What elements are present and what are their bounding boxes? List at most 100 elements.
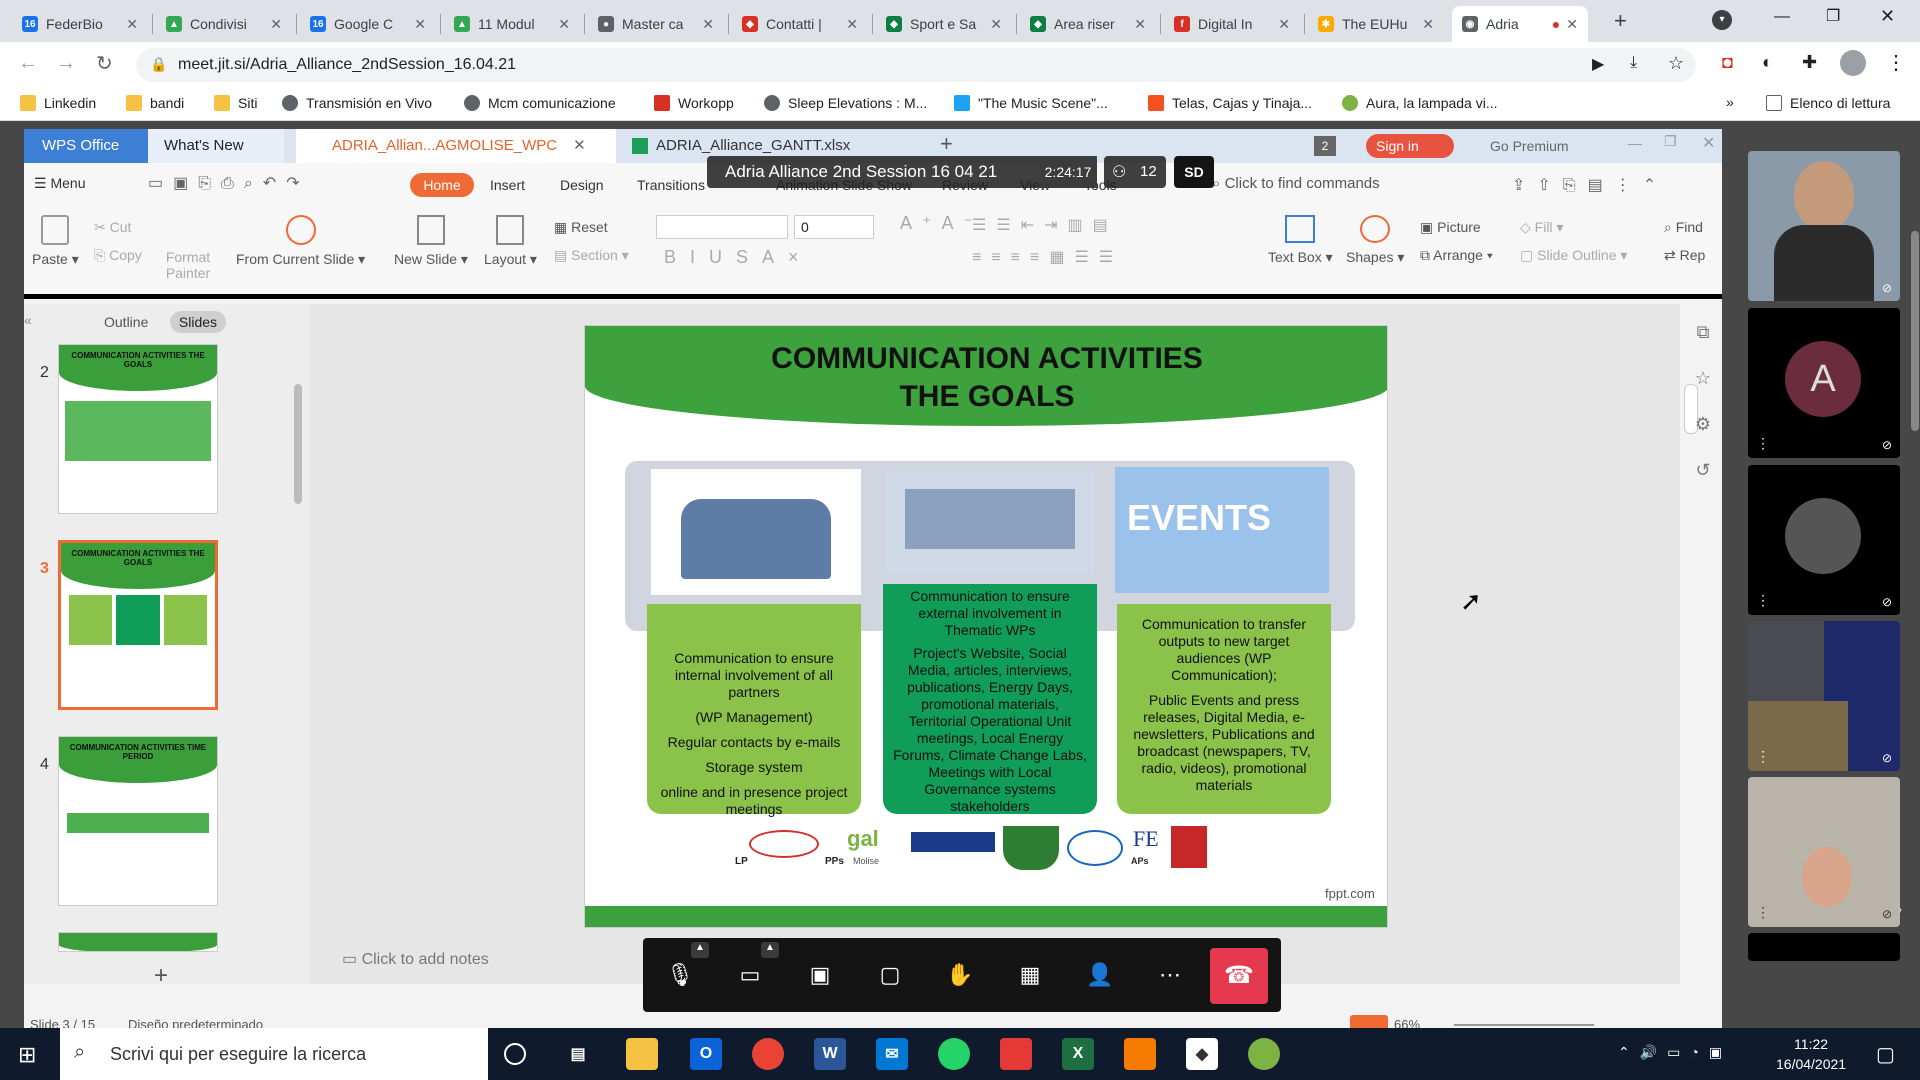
browser-tab[interactable]: f Digital In ✕ bbox=[1164, 6, 1300, 42]
slide-thumbnail-selected[interactable]: COMMUNICATION ACTIVITIES THE GOALS bbox=[58, 540, 218, 710]
browser-tab[interactable]: ◆ Contatti | ✕ bbox=[732, 6, 868, 42]
maximize-button[interactable]: ❐ bbox=[1826, 6, 1840, 26]
close-icon[interactable]: ✕ bbox=[1134, 16, 1146, 33]
font-name-field[interactable] bbox=[656, 215, 788, 239]
outlook-icon[interactable]: O bbox=[690, 1038, 722, 1070]
close-icon[interactable]: ✕ bbox=[990, 16, 1002, 33]
more-icon[interactable]: ⋮ bbox=[1756, 435, 1770, 452]
close-icon[interactable]: ✕ bbox=[1422, 16, 1434, 33]
camera-icon[interactable]: ▶ bbox=[1592, 54, 1604, 74]
excel-icon[interactable]: X bbox=[1062, 1038, 1094, 1070]
more-actions-button[interactable]: ⋯ bbox=[1153, 958, 1187, 992]
bookmark-item[interactable]: Linkedin bbox=[20, 95, 96, 111]
cortana-icon[interactable] bbox=[504, 1043, 526, 1065]
close-icon[interactable]: ✕ bbox=[846, 16, 858, 33]
scrollbar[interactable] bbox=[294, 384, 302, 504]
more-icon[interactable]: ⋮ bbox=[1756, 748, 1770, 765]
bookmark-item[interactable]: Sleep Elevations : M... bbox=[764, 95, 927, 111]
more-icon[interactable]: ⋮ bbox=[1756, 592, 1770, 609]
wps-icon[interactable] bbox=[1000, 1038, 1032, 1070]
close-icon[interactable]: ✕ bbox=[270, 16, 282, 33]
paste-button[interactable]: Paste ▾ bbox=[32, 215, 79, 268]
cut-button[interactable]: ✂ Cut bbox=[94, 219, 131, 236]
add-slide-button[interactable]: + bbox=[154, 962, 168, 990]
notification-icon[interactable]: ▢ bbox=[1876, 1042, 1895, 1067]
fill-button[interactable]: ◇ Fill ▾ bbox=[1520, 219, 1563, 236]
replace-button[interactable]: ⇄ Rep bbox=[1664, 247, 1705, 264]
bookmark-item[interactable]: "The Music Scene"... bbox=[954, 95, 1108, 111]
alignment-buttons[interactable]: ≡≡≡≡▦☰☰ bbox=[972, 247, 1123, 267]
profile-avatar[interactable] bbox=[1840, 50, 1866, 76]
slide-thumbnail[interactable]: COMMUNICATION ACTIVITIES TIME PERIOD bbox=[58, 736, 218, 906]
find-button[interactable]: ⌕ Find bbox=[1664, 219, 1703, 236]
wps-office-tab[interactable]: WPS Office bbox=[24, 129, 148, 163]
participant-video-tile[interactable]: ⊘ bbox=[1748, 151, 1900, 301]
star-icon[interactable]: ☆ bbox=[1668, 53, 1684, 74]
close-icon[interactable]: ✕ bbox=[573, 137, 586, 154]
slide-thumbnail[interactable]: COMMUNICATION ACTIVITIES THE GOALS bbox=[58, 344, 218, 514]
new-tab-button[interactable]: + bbox=[940, 131, 953, 157]
tab-search-icon[interactable]: ▾ bbox=[1712, 10, 1732, 30]
new-tab-button[interactable]: + bbox=[1614, 8, 1627, 34]
browser-tab[interactable]: ◆ Area riser ✕ bbox=[1020, 6, 1156, 42]
close-icon[interactable]: ✕ bbox=[126, 16, 138, 33]
word-icon[interactable]: W bbox=[814, 1038, 846, 1070]
bookmark-item[interactable]: Mcm comunicazione bbox=[464, 95, 616, 111]
copy-button[interactable]: ⎘ Copy bbox=[94, 247, 142, 264]
participants-button[interactable]: 👤 bbox=[1083, 958, 1117, 992]
reading-list[interactable]: Elenco di lettura bbox=[1766, 95, 1890, 111]
slide-thumbnail[interactable] bbox=[58, 932, 218, 952]
outline-tab[interactable]: Outline bbox=[104, 314, 148, 330]
format-painter-button[interactable]: Format Painter bbox=[158, 249, 218, 281]
participant-tile[interactable] bbox=[1748, 933, 1900, 961]
extension-icon[interactable]: ◐ bbox=[1762, 52, 1773, 73]
chrome-icon[interactable] bbox=[752, 1038, 784, 1070]
more-icon[interactable]: ⋮ bbox=[1886, 50, 1906, 75]
browser-tab[interactable]: 16 Google C ✕ bbox=[300, 6, 436, 42]
more-bookmarks-icon[interactable]: » bbox=[1726, 94, 1734, 110]
hangup-button[interactable]: ☎ bbox=[1210, 948, 1268, 1004]
screen-share-button[interactable]: ▣ bbox=[803, 958, 837, 992]
omnibox[interactable]: 🔒 meet.jit.si/Adria_Alliance_2ndSession_… bbox=[136, 48, 1696, 82]
whatsapp-icon[interactable] bbox=[938, 1038, 970, 1070]
new-slide-button[interactable]: New Slide ▾ bbox=[394, 215, 468, 268]
taskbar-search[interactable]: ⌕ Scrivi qui per eseguire la ricerca bbox=[60, 1028, 488, 1080]
reload-icon[interactable]: ↻ bbox=[96, 51, 113, 76]
from-current-slide-button[interactable]: From Current Slide ▾ bbox=[236, 215, 365, 268]
sign-in-button[interactable]: Sign in bbox=[1366, 134, 1454, 158]
camera-button[interactable]: ▭ bbox=[733, 958, 767, 992]
close-icon[interactable]: ✕ bbox=[1566, 16, 1578, 33]
text-box-button[interactable]: Text Box ▾ bbox=[1268, 215, 1333, 266]
minimize-button[interactable]: — bbox=[1774, 8, 1790, 26]
paragraph-buttons[interactable]: ☰☰⇤⇥▥▤ bbox=[972, 215, 1118, 235]
browser-tab-active[interactable]: ◉ Adria ● ✕ bbox=[1452, 6, 1588, 42]
bookmark-item[interactable]: Workopp bbox=[654, 95, 734, 111]
bookmark-item[interactable]: bandi bbox=[126, 95, 184, 111]
video-settings-chevron-icon[interactable]: ▲ bbox=[761, 942, 779, 958]
chat-button[interactable]: ▢ bbox=[873, 958, 907, 992]
bookmark-item[interactable]: Aura, la lampada vi... bbox=[1342, 95, 1498, 111]
collapse-panel-icon[interactable]: « bbox=[24, 312, 32, 328]
more-icon[interactable]: ⋮ bbox=[1756, 904, 1770, 921]
file-explorer-icon[interactable] bbox=[626, 1038, 658, 1070]
browser-tab[interactable]: ● Master ca ✕ bbox=[588, 6, 724, 42]
clock[interactable]: 11:22 16/04/2021 bbox=[1776, 1034, 1846, 1074]
layout-button[interactable]: Layout ▾ bbox=[484, 215, 537, 268]
browser-tab[interactable]: ▲ 11 Modul ✕ bbox=[444, 6, 580, 42]
close-icon[interactable]: ✕ bbox=[414, 16, 426, 33]
browser-tab[interactable]: ✱ The EUHu ✕ bbox=[1308, 6, 1444, 42]
menu-button[interactable]: ☰ Menu bbox=[34, 175, 85, 192]
slides-tab[interactable]: Slides bbox=[170, 311, 226, 333]
reset-button[interactable]: ▦ Reset bbox=[554, 219, 608, 236]
picture-button[interactable]: ▣ Picture bbox=[1420, 219, 1481, 236]
raise-hand-button[interactable]: ✋ bbox=[943, 958, 977, 992]
shapes-button[interactable]: Shapes ▾ bbox=[1346, 215, 1404, 266]
tile-view-button[interactable]: ▦ bbox=[1013, 958, 1047, 992]
whats-new-tab[interactable]: What's New bbox=[148, 129, 284, 163]
restore-button[interactable]: ❐ bbox=[1664, 133, 1677, 150]
bookmark-item[interactable]: Telas, Cajas y Tinaja... bbox=[1148, 95, 1312, 111]
app-icon[interactable] bbox=[1248, 1038, 1280, 1070]
participant-count[interactable]: ⚇ 12 bbox=[1104, 156, 1166, 188]
side-tools[interactable]: ⧉ ☆ ⚙ ↺ bbox=[1684, 309, 1722, 609]
participant-avatar-tile[interactable]: A ⋮ ⊘ bbox=[1748, 308, 1900, 458]
